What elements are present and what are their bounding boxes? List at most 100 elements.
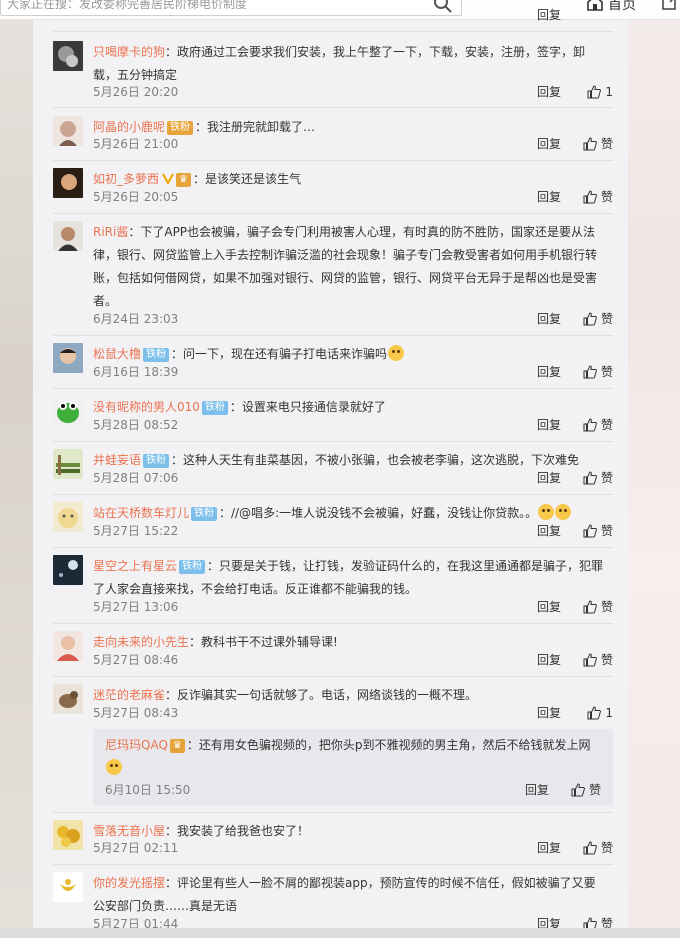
external-link-icon[interactable] xyxy=(662,0,678,10)
avatar[interactable] xyxy=(53,116,83,146)
avatar[interactable] xyxy=(53,502,83,532)
comment-text: 只喝摩卡的狗：政府通过工会要求我们安装，我上午整了一下，下载，安装，注册，签字，… xyxy=(93,41,607,87)
sub-reply-box: 尼玛玛QAQ ♛ ：还有用女色骗视频的，把你头p到不雅视频的男主角，然后不给钱就发上… xyxy=(93,729,613,805)
username-link[interactable]: 迷茫的老麻雀 xyxy=(93,688,165,702)
like-button[interactable]: 赞 xyxy=(583,362,613,382)
like-button[interactable]: 1 xyxy=(587,703,613,723)
comment-body: ：我注册完就卸载了… xyxy=(195,120,316,134)
avatar[interactable] xyxy=(53,872,83,902)
reply-button[interactable]: 回复 xyxy=(537,362,561,382)
reply-button[interactable]: 回复 xyxy=(537,134,561,154)
like-count: 赞 xyxy=(600,653,613,667)
emoji-icon xyxy=(106,759,122,775)
username-link[interactable]: 走向未来的小先生 xyxy=(93,635,189,649)
thumbs-up-icon xyxy=(587,706,602,720)
avatar[interactable] xyxy=(53,168,83,198)
reply-button[interactable]: 回复 xyxy=(537,838,561,858)
comment-meta: 5月26日 20:20 回复 1 xyxy=(93,82,613,102)
avatar[interactable] xyxy=(53,343,83,373)
reply-button[interactable]: 回复 xyxy=(537,468,561,488)
comment-separator xyxy=(53,160,613,161)
avatar[interactable] xyxy=(53,631,83,661)
avatar[interactable] xyxy=(53,555,83,585)
comment-meta: 5月26日 21:00 回复 赞 xyxy=(93,134,613,154)
avatar[interactable] xyxy=(53,449,83,479)
comment-body: ：教科书干不过课外辅导课! xyxy=(189,635,338,649)
comment-text: 星空之上有星云 铁粉 ：只要是关于钱，让打钱，发验证码什么的，在我这里通通都是骗子，… xyxy=(93,555,607,601)
member-icon: ♛ xyxy=(169,739,185,753)
comment-time: 5月26日 20:05 xyxy=(93,190,179,204)
reply-button[interactable]: 回复 xyxy=(537,703,561,723)
like-button[interactable]: 赞 xyxy=(583,468,613,488)
reply-button[interactable]: 回复 xyxy=(537,187,561,207)
like-count: 赞 xyxy=(600,190,613,204)
username-link[interactable]: 只喝摩卡的狗 xyxy=(93,45,165,59)
comment-time: 6月16日 18:39 xyxy=(93,365,179,379)
username-link[interactable]: 雪落无音小屋 xyxy=(93,824,165,838)
avatar[interactable] xyxy=(53,221,83,251)
username-link[interactable]: 尼玛玛QAQ xyxy=(105,738,168,752)
username-link[interactable]: 井蛙妄语 xyxy=(93,453,141,467)
comment-meta: 5月27日 08:43 回复 1 xyxy=(93,703,613,723)
fan-badge: 铁粉 xyxy=(191,507,218,521)
like-count: 赞 xyxy=(600,600,613,614)
comment-time: 6月10日 15:50 xyxy=(105,783,191,797)
reply-button[interactable]: 回复 xyxy=(537,650,561,670)
comment-meta: 5月27日 02:11 回复 赞 xyxy=(93,838,613,858)
reply-button[interactable]: 回复 xyxy=(525,780,549,800)
comment-text: 你的发光摇摆：评论里有些人一脸不屑的鄙视装app，预防宣传的时候不信任，假如被骗… xyxy=(93,872,607,918)
comment-body: ：政府通过工会要求我们安装，我上午整了一下，下载，安装，注册，签字，卸载，五分钟… xyxy=(93,45,586,82)
like-button[interactable]: 赞 xyxy=(583,521,613,541)
avatar[interactable] xyxy=(53,41,83,71)
emoji-icon xyxy=(555,504,572,520)
reply-button[interactable]: 回复 xyxy=(537,521,561,541)
comment-body: ：//@唱多:一堆人说没钱不会被骗，好蠢，没钱让你贷款。。 xyxy=(219,506,538,520)
username-link[interactable]: 阿晶的小鹿呢 xyxy=(93,120,165,134)
like-button[interactable]: 赞 xyxy=(583,597,613,617)
comment-text: RiRi酱：下了APP也会被骗，骗子会专门利用被害人心理，有时真的防不胜防，国家… xyxy=(93,221,607,313)
like-button[interactable]: 赞 xyxy=(583,838,613,858)
username-link[interactable]: 你的发光摇摆 xyxy=(93,876,165,890)
avatar[interactable] xyxy=(53,396,83,426)
reply-button[interactable]: 回复 xyxy=(537,82,561,102)
username-link[interactable]: 站在天桥数车灯儿 xyxy=(93,506,189,520)
like-button[interactable]: 赞 xyxy=(571,780,601,800)
comment-meta: 5月27日 08:46 回复 赞 xyxy=(93,650,613,670)
comment-body: ：是该笑还是该生气 xyxy=(192,172,301,186)
thumbs-up-icon xyxy=(583,600,597,614)
horizontal-scrollbar[interactable] xyxy=(0,928,680,938)
thumbs-up-icon xyxy=(583,471,597,485)
like-button[interactable]: 1 xyxy=(587,82,613,102)
avatar[interactable] xyxy=(53,820,83,850)
comment-meta: 5月27日 13:06 回复 赞 xyxy=(93,597,613,617)
comment-time: 5月26日 21:00 xyxy=(93,137,179,151)
reply-button[interactable]: 回复 xyxy=(537,415,561,435)
like-count: 1 xyxy=(605,706,613,720)
username-link[interactable]: 星空之上有星云 xyxy=(93,559,177,573)
comment-time: 5月27日 08:43 xyxy=(93,706,179,720)
username-link[interactable]: RiRi酱 xyxy=(93,225,128,239)
like-button[interactable]: 赞 xyxy=(583,650,613,670)
like-button[interactable]: 赞 xyxy=(583,187,613,207)
reply-button[interactable]: 回复 xyxy=(537,597,561,617)
username-link[interactable]: 没有昵称的男人010 xyxy=(93,400,200,414)
username-link[interactable]: 松鼠大橹 xyxy=(93,347,141,361)
thumbs-up-icon xyxy=(583,312,597,326)
avatar[interactable] xyxy=(53,684,83,714)
like-button[interactable]: 赞 xyxy=(583,309,613,329)
like-count: 1 xyxy=(605,85,613,99)
comment-meta: 5月28日 08:52 回复 赞 xyxy=(93,415,613,435)
sub-reply-body: ：还有用女色骗视频的，把你头p到不雅视频的男主角，然后不给钱就发上网 xyxy=(186,738,591,752)
like-button[interactable]: 赞 xyxy=(583,134,613,154)
comment-time: 5月28日 08:52 xyxy=(93,418,179,432)
comment-separator xyxy=(53,812,613,813)
fan-badge: 铁粉 xyxy=(167,121,194,135)
comment-time: 5月27日 15:22 xyxy=(93,524,179,538)
reply-button[interactable]: 回复 xyxy=(537,5,561,25)
member-icon: ♛ xyxy=(176,173,191,187)
like-button[interactable]: 赞 xyxy=(583,415,613,435)
like-count: 赞 xyxy=(600,471,613,485)
partial-comment-meta: 回复 xyxy=(93,5,613,25)
username-link[interactable]: 如初_多萝西 xyxy=(93,172,159,186)
reply-button[interactable]: 回复 xyxy=(537,309,561,329)
